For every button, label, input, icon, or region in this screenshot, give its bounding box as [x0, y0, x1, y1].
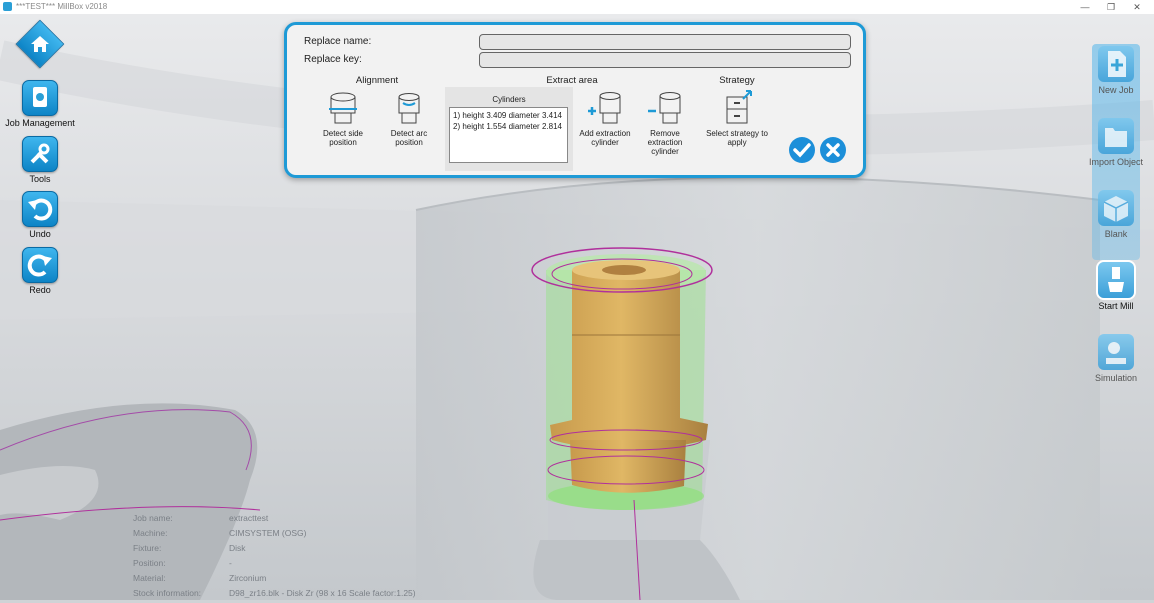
blank-button[interactable]: Blank — [1081, 190, 1151, 239]
simulation-button[interactable]: Simulation — [1081, 334, 1151, 383]
tools-icon — [22, 136, 58, 172]
new-job-label: New Job — [1098, 85, 1134, 95]
select-strategy-button[interactable]: Select strategy to apply — [705, 89, 769, 147]
replace-key-input[interactable] — [479, 52, 851, 68]
undo-label: Undo — [29, 229, 51, 239]
start-mill-button[interactable]: Start Mill — [1081, 262, 1151, 311]
remove-cylinder-icon — [648, 92, 681, 124]
add-extraction-cylinder-button[interactable]: Add extraction cylinder — [573, 89, 637, 147]
cylinders-panel: Cylinders 1) height 3.409 diameter 3.414… — [445, 87, 573, 171]
redo-button[interactable]: Redo — [5, 247, 75, 295]
extract-area-heading: Extract area — [546, 75, 598, 86]
undo-button[interactable]: Undo — [5, 191, 75, 239]
job-management-button[interactable]: Job Management — [5, 80, 75, 128]
detect-arc-label: Detect arc position — [390, 129, 428, 147]
add-cylinder-label: Add extraction cylinder — [579, 129, 631, 147]
app-icon — [3, 2, 12, 11]
undo-icon — [22, 191, 58, 227]
confirm-button[interactable] — [789, 137, 815, 163]
redo-icon — [22, 247, 58, 283]
close-icon — [826, 143, 840, 157]
start-mill-label: Start Mill — [1098, 301, 1134, 311]
cylinders-heading: Cylinders — [492, 95, 526, 104]
replace-name-input[interactable] — [479, 34, 851, 50]
new-job-button[interactable]: New Job — [1081, 46, 1151, 95]
import-object-label: Import Object — [1088, 157, 1144, 167]
simulation-icon — [1098, 334, 1134, 370]
cancel-button[interactable] — [820, 137, 846, 163]
redo-label: Redo — [29, 285, 51, 295]
job-management-icon — [22, 80, 58, 116]
replace-name-label: Replace name: — [304, 36, 372, 47]
window-title: ***TEST*** MillBox v2018 — [16, 2, 108, 11]
home-glyph — [31, 36, 49, 52]
import-object-button[interactable]: Import Object — [1081, 118, 1151, 167]
simulation-label: Simulation — [1094, 373, 1138, 383]
detect-side-position-button[interactable]: Detect side position — [311, 89, 375, 147]
minimize-button[interactable]: — — [1073, 0, 1097, 14]
replace-key-label: Replace key: — [304, 54, 362, 65]
job-management-label: Job Management — [5, 118, 75, 128]
detect-side-icon — [329, 92, 357, 124]
detect-arc-position-button[interactable]: Detect arc position — [377, 89, 441, 147]
remove-extraction-cylinder-button[interactable]: Remove extraction cylinder — [633, 89, 697, 156]
window-titlebar[interactable]: ***TEST*** MillBox v2018 — ❐ ✕ — [0, 0, 1154, 14]
blank-label: Blank — [1104, 229, 1128, 239]
detect-side-label: Detect side position — [322, 129, 364, 147]
alignment-heading: Alignment — [355, 75, 399, 86]
restore-button[interactable]: ❐ — [1099, 0, 1123, 14]
blank-icon — [1098, 190, 1134, 226]
tools-button[interactable]: Tools — [5, 136, 75, 184]
add-cylinder-icon — [588, 92, 621, 124]
start-mill-icon — [1098, 262, 1134, 298]
remove-cylinder-label: Remove extraction cylinder — [647, 129, 683, 156]
strategy-icon — [726, 90, 752, 124]
checkmark-icon — [793, 143, 811, 158]
close-window-button[interactable]: ✕ — [1125, 0, 1149, 14]
home-button[interactable] — [5, 19, 75, 69]
list-item[interactable]: 1) height 3.409 diameter 3.414 — [453, 110, 567, 121]
cylinders-list[interactable]: 1) height 3.409 diameter 3.414 2) height… — [449, 107, 568, 163]
import-object-icon — [1098, 118, 1134, 154]
extraction-dialog: Replace name: Replace key: Alignment Ext… — [284, 22, 866, 178]
select-strategy-label: Select strategy to apply — [706, 129, 768, 147]
list-item[interactable]: 2) height 1.554 diameter 2.814 — [453, 121, 567, 132]
new-job-icon — [1098, 46, 1134, 82]
detect-arc-icon — [398, 93, 420, 124]
tools-label: Tools — [29, 174, 51, 184]
strategy-heading: Strategy — [719, 75, 755, 86]
